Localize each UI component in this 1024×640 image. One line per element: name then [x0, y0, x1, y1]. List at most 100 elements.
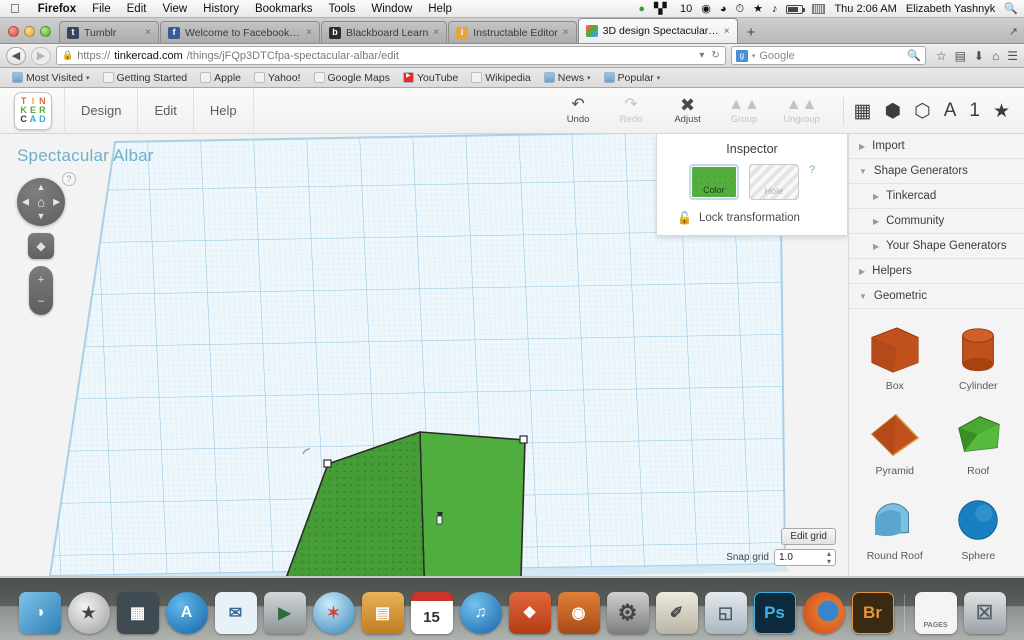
view-navigation-widget[interactable]: ▲ ▼ ◀ ▶ ⌂ ◆ + – [17, 178, 65, 315]
sidebar-item-helpers[interactable]: ▶ Helpers [849, 259, 1024, 284]
menu-item-tools[interactable]: Tools [320, 3, 363, 15]
home-view-icon[interactable]: ⌂ [37, 196, 45, 209]
pan-left-button[interactable]: ◀ [22, 197, 29, 207]
sidebar-item-your-shape-generators[interactable]: ▶ Your Shape Generators [849, 234, 1024, 259]
search-input[interactable]: g ▾ Google 🔍 [730, 46, 926, 65]
star-tool-icon[interactable]: ★ [993, 100, 1010, 123]
chevron-down-icon[interactable]: ▾ [699, 50, 704, 61]
close-icon[interactable]: × [724, 26, 730, 37]
height-handle-icon[interactable] [436, 512, 443, 525]
minimize-window-button[interactable] [24, 26, 35, 37]
3d-workspace[interactable]: Spectacular Albar ▲ ▼ ◀ ▶ ⌂ ◆ + – ? Edit… [0, 134, 848, 576]
dock-item-iphoto[interactable]: ❖ [508, 592, 551, 634]
zoom-control[interactable]: + – [29, 266, 53, 315]
browser-tab-blackboard[interactable]: b Blackboard Learn × [321, 21, 448, 43]
dock-item-safari[interactable]: ✶ [312, 592, 355, 634]
dock-item-launchpad[interactable]: ★ [67, 592, 110, 634]
dock-item-itunes[interactable]: ♫ [459, 592, 502, 634]
shapes-sidebar[interactable]: ▶ Import ▼ Shape Generators ▶ Tinkercad … [848, 134, 1024, 576]
shape-item-sphere[interactable]: Sphere [937, 487, 1021, 572]
fit-view-button[interactable]: ◆ [28, 233, 54, 259]
close-icon[interactable]: × [563, 27, 569, 38]
bookmark-yahoo[interactable]: Yahoo! [249, 71, 306, 85]
bookmark-google-maps[interactable]: Google Maps [309, 71, 395, 85]
adjust-button[interactable]: ✖ Adjust [658, 88, 718, 134]
browser-tab-instructables[interactable]: i Instructable Editor × [448, 21, 577, 43]
dock-item-system-preferences[interactable]: ⚙ [606, 592, 649, 634]
dock-item-firefox[interactable] [802, 592, 845, 634]
back-arrow-icon[interactable]: ◀ [6, 46, 26, 65]
zoom-in-button[interactable]: + [38, 274, 44, 286]
menubar-user[interactable]: Elizabeth Yashnyk [906, 3, 995, 15]
menu-design[interactable]: Design [64, 87, 139, 134]
snap-grid-select[interactable]: 1.0 ▴ ▾ [774, 549, 836, 566]
dock-item-mail[interactable]: ✉ [214, 592, 257, 634]
sidebar-item-import[interactable]: ▶ Import [849, 134, 1024, 159]
dock-item-pages-document[interactable]: PAGES [914, 592, 957, 634]
redo-button[interactable]: ↷ Redo [605, 88, 658, 134]
zoom-window-button[interactable] [40, 26, 51, 37]
sidebar-item-tinkercad[interactable]: ▶ Tinkercad [849, 184, 1024, 209]
forward-arrow-icon[interactable]: ▶ [31, 46, 51, 65]
dock-item-calendar[interactable]: 15 [410, 592, 453, 634]
dock-item-trash[interactable]: ☒ [963, 592, 1006, 634]
bookmark-apple[interactable]: Apple [195, 71, 246, 85]
lock-transformation-row[interactable]: 🔓 Lock transformation [667, 211, 837, 225]
close-icon[interactable]: × [145, 27, 151, 38]
dock-item-sketch[interactable]: ✐ [655, 592, 698, 634]
dock-item-bridge[interactable]: Br [851, 592, 894, 634]
sidebar-item-geometric[interactable]: ▼ Geometric [849, 284, 1024, 309]
close-window-button[interactable] [8, 26, 19, 37]
shape-item-roof[interactable]: Roof [937, 402, 1021, 487]
zoom-out-button[interactable]: – [38, 295, 44, 307]
dropbox-icon[interactable]: ● [638, 3, 645, 15]
bookmark-youtube[interactable]: YouTube [398, 71, 463, 85]
ungroup-button[interactable]: ▲▲ Ungroup [771, 88, 833, 134]
reader-icon[interactable]: ▤ [955, 49, 966, 63]
sidebar-item-community[interactable]: ▶ Community [849, 209, 1024, 234]
menu-app-name[interactable]: Firefox [30, 3, 84, 15]
browser-tab-facebook[interactable]: f Welcome to Facebook – L... × [160, 21, 320, 43]
group-button[interactable]: ▲▲ Group [718, 88, 771, 134]
pan-up-button[interactable]: ▲ [37, 183, 46, 192]
home-icon[interactable]: ⌂ [992, 49, 999, 63]
fullscreen-expander-icon[interactable]: ↗ [1009, 25, 1018, 38]
edit-grid-button[interactable]: Edit grid [781, 528, 836, 545]
menu-item-help[interactable]: Help [420, 3, 460, 15]
bookmark-news[interactable]: News ▾ [539, 71, 596, 85]
dock-item-app-store[interactable]: A [165, 592, 208, 634]
workplane-icon[interactable]: ▦ [854, 100, 872, 123]
shape-item-pyramid[interactable]: Pyramid [853, 402, 937, 487]
input-source-icon[interactable] [812, 4, 826, 14]
search-icon[interactable]: 🔍 [907, 49, 921, 62]
search-icon[interactable]: 🔍 [1004, 3, 1018, 15]
shape-item-cylinder[interactable]: Cylinder [937, 317, 1021, 402]
chevron-down-icon[interactable]: ▾ [752, 52, 756, 60]
pan-down-button[interactable]: ▼ [37, 212, 46, 221]
text-tool-icon[interactable]: A [944, 100, 957, 122]
hamburger-menu-icon[interactable]: ☰ [1007, 49, 1018, 63]
volume-icon[interactable]: ♪ [772, 3, 778, 15]
menu-item-bookmarks[interactable]: Bookmarks [247, 3, 321, 15]
menu-item-history[interactable]: History [195, 3, 247, 15]
close-icon[interactable]: × [306, 27, 312, 38]
undo-button[interactable]: ↶ Undo [552, 88, 605, 134]
hole-swatch-button[interactable]: Hole [748, 164, 799, 200]
bookmark-star-icon[interactable]: ☆ [936, 49, 947, 63]
timemachine-icon[interactable]: ◉ [701, 3, 711, 15]
menu-item-file[interactable]: File [84, 3, 119, 15]
shape-item-box[interactable]: Box [853, 317, 937, 402]
battery-icon[interactable] [786, 4, 806, 14]
stepper-icon[interactable]: ▴ ▾ [827, 550, 831, 565]
inspector-panel[interactable]: Inspector Color Hole ? 🔓 Lock transforma… [656, 134, 848, 236]
dock-item-facetime[interactable]: ▶ [263, 592, 306, 634]
solid-shape-icon[interactable]: ⬢ [885, 100, 902, 123]
downloads-icon[interactable]: ⬇ [974, 49, 984, 63]
wifi-icon[interactable]: ◕ [720, 3, 727, 15]
dock-item-photoshop[interactable]: Ps [753, 592, 796, 634]
close-icon[interactable]: × [433, 27, 439, 38]
dock-item-mission-control[interactable]: ▦ [116, 592, 159, 634]
dock-item-preview[interactable]: ◱ [704, 592, 747, 634]
browser-tab-tumblr[interactable]: t Tumblr × [59, 21, 159, 43]
menu-help[interactable]: Help [194, 87, 254, 134]
